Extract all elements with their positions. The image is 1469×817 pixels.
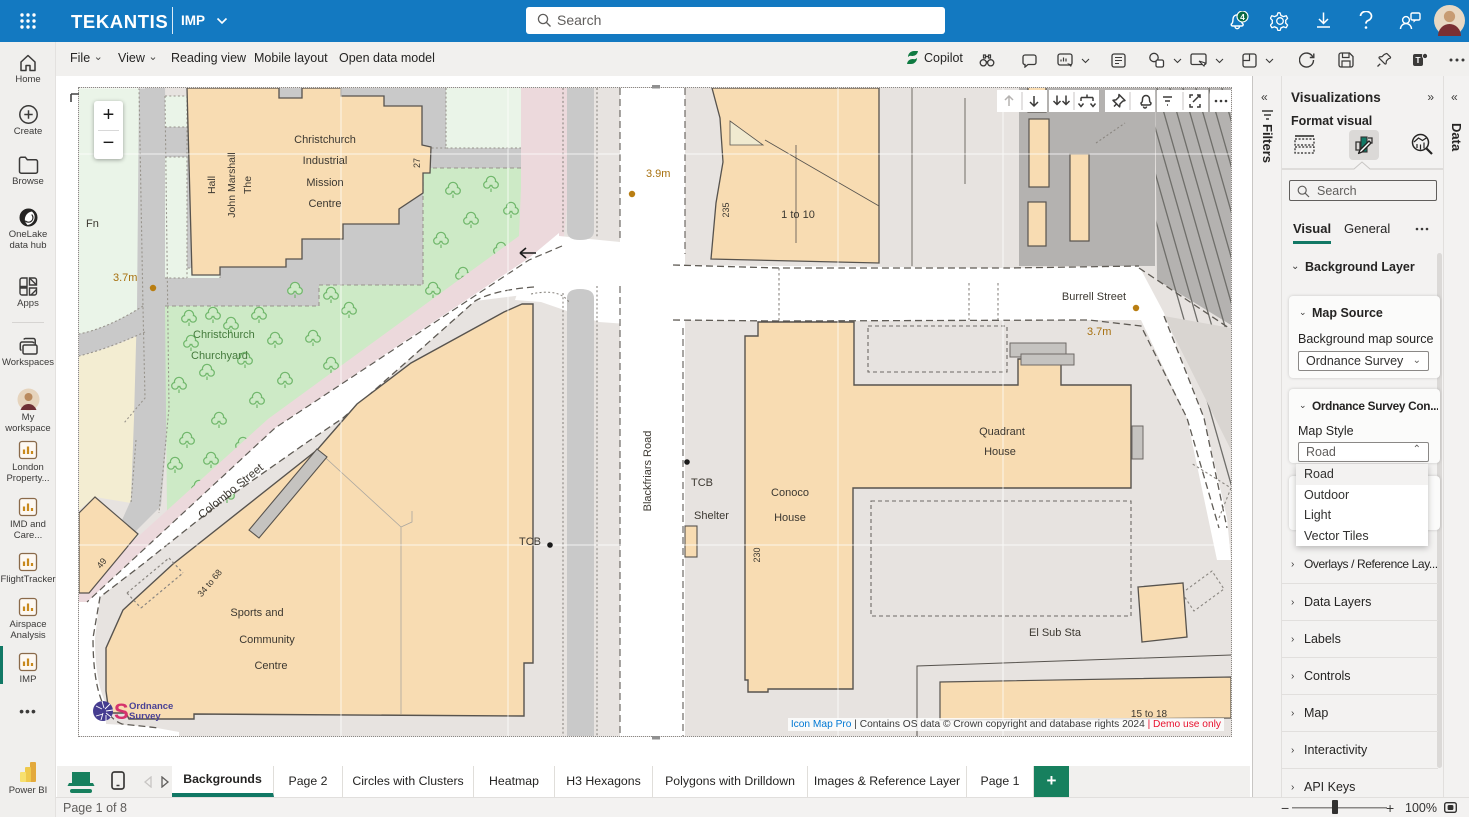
svg-text:Sports and: Sports and <box>230 607 283 619</box>
svg-text:Community: Community <box>239 634 295 646</box>
svg-text:Hall: Hall <box>206 176 218 194</box>
svg-text:House: House <box>774 512 806 524</box>
svg-text:1 to 10: 1 to 10 <box>781 209 815 221</box>
svg-text:Industrial: Industrial <box>303 155 348 167</box>
svg-text:Survey: Survey <box>129 711 161 722</box>
svg-text:3.9m: 3.9m <box>646 168 670 180</box>
svg-text:TCB: TCB <box>519 536 541 548</box>
svg-text:4: 4 <box>1240 12 1245 22</box>
svg-text:Christchurch: Christchurch <box>193 329 255 341</box>
svg-text:3.7m: 3.7m <box>1087 326 1111 338</box>
svg-text:Fn: Fn <box>86 218 99 230</box>
svg-text:The: The <box>242 176 254 194</box>
svg-text:Blackfriars Road: Blackfriars Road <box>642 431 654 512</box>
svg-text:T: T <box>1415 55 1421 65</box>
svg-text:Mission: Mission <box>306 177 343 189</box>
svg-text:House: House <box>984 446 1016 458</box>
svg-text:235: 235 <box>721 202 731 217</box>
svg-text:El Sub Sta: El Sub Sta <box>1029 627 1082 639</box>
svg-text:Quadrant: Quadrant <box>979 426 1025 438</box>
svg-text:Burrell Street: Burrell Street <box>1062 291 1126 303</box>
svg-text:Conoco: Conoco <box>771 487 809 499</box>
svg-text:TCB: TCB <box>691 477 713 489</box>
svg-text:Shelter: Shelter <box>694 510 729 522</box>
svg-text:John Marshall: John Marshall <box>226 152 238 217</box>
svg-text:Christchurch: Christchurch <box>294 134 356 146</box>
svg-text:230: 230 <box>752 547 762 562</box>
svg-text:3.7m: 3.7m <box>113 272 137 284</box>
svg-text:27: 27 <box>412 158 422 168</box>
svg-text:S: S <box>114 699 129 724</box>
svg-text:Centre: Centre <box>254 660 287 672</box>
svg-text:Churchyard: Churchyard <box>191 350 248 362</box>
svg-text:Centre: Centre <box>308 198 341 210</box>
